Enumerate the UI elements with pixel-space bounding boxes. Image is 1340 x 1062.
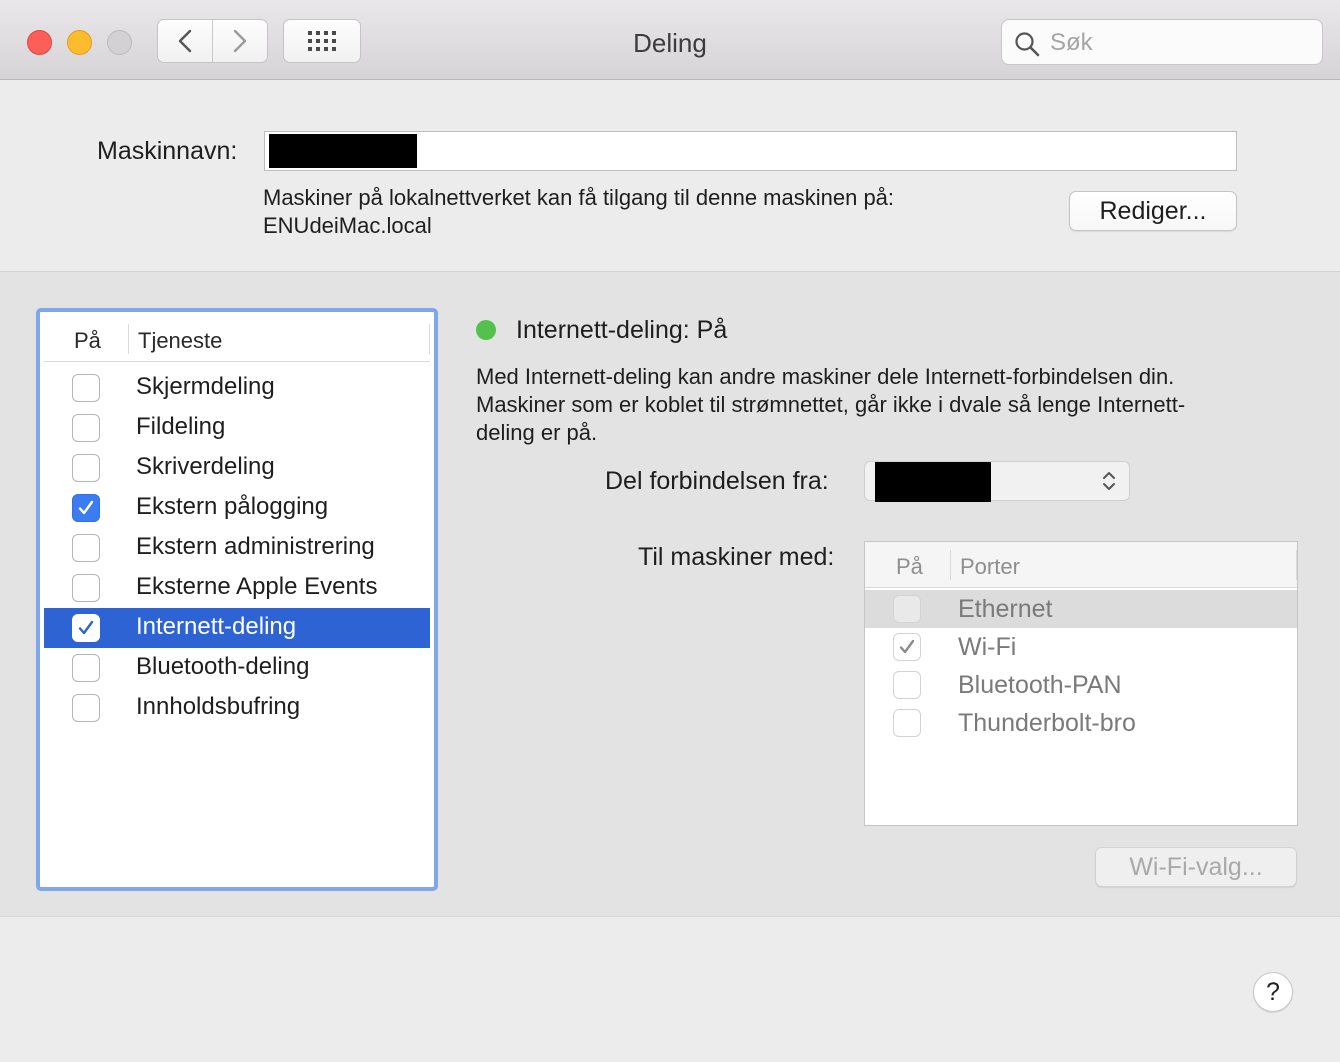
- redacted-computer-name: [269, 134, 417, 168]
- to-computers-label: Til maskiner med:: [638, 543, 835, 571]
- service-label: Ekstern pålogging: [136, 493, 329, 520]
- service-row[interactable]: Ekstern administrering: [44, 528, 430, 568]
- computer-name-label: Maskinnavn:: [97, 137, 238, 165]
- ports-list[interactable]: På Porter Ethernet Wi-Fi Bluetooth-PAN Thun…: [864, 541, 1298, 826]
- service-row[interactable]: Eksterne Apple Events: [44, 568, 430, 608]
- service-row[interactable]: Innholdsbufring: [44, 688, 430, 728]
- service-row[interactable]: Skjermdeling: [44, 368, 430, 408]
- port-checkbox[interactable]: [893, 595, 921, 623]
- share-from-popup[interactable]: [864, 461, 1130, 502]
- service-label: Fildeling: [136, 413, 226, 440]
- service-label: Bluetooth-deling: [136, 653, 310, 680]
- ports-table-header: På Porter: [865, 542, 1297, 588]
- port-checkbox[interactable]: [893, 709, 921, 737]
- port-row[interactable]: Thunderbolt-bro: [865, 704, 1297, 742]
- service-row[interactable]: Fildeling: [44, 408, 430, 448]
- wifi-options-button[interactable]: Wi-Fi-valg...: [1095, 847, 1297, 887]
- port-checkbox[interactable]: [893, 633, 921, 661]
- description-line: deling er på.: [476, 420, 598, 445]
- computer-name-field[interactable]: [264, 131, 1237, 171]
- service-label: Skriverdeling: [136, 453, 275, 480]
- local-hostname: ENUdeiMac.local: [263, 213, 432, 238]
- local-address-description: Maskiner på lokalnettverket kan få tilga…: [263, 185, 895, 210]
- description-line: Maskiner som er koblet til strømnettet, …: [476, 392, 1186, 417]
- title-bar: Deling: [0, 0, 1340, 80]
- port-label: Ethernet: [958, 595, 1053, 623]
- service-checkbox[interactable]: [72, 374, 100, 402]
- service-checkbox[interactable]: [72, 654, 100, 682]
- column-divider: [1296, 550, 1297, 580]
- service-label: Internett-deling: [136, 613, 297, 640]
- description-line: Med Internett-deling kan andre maskiner …: [476, 364, 1175, 389]
- service-label: Innholdsbufring: [136, 693, 301, 720]
- port-label: Bluetooth-PAN: [958, 671, 1122, 699]
- service-checkbox[interactable]: [72, 534, 100, 562]
- service-checkbox[interactable]: [72, 694, 100, 722]
- service-row[interactable]: Ekstern pålogging: [44, 488, 430, 528]
- port-row[interactable]: Ethernet: [865, 590, 1297, 628]
- search-input[interactable]: [1048, 25, 1312, 61]
- service-row[interactable]: Bluetooth-deling: [44, 648, 430, 688]
- port-row[interactable]: Wi-Fi: [865, 628, 1297, 666]
- column-ports-header: Porter: [960, 554, 1020, 579]
- checkmark-icon: [78, 500, 94, 515]
- share-from-label: Del forbindelsen fra:: [605, 467, 829, 495]
- port-label: Thunderbolt-bro: [958, 709, 1136, 737]
- column-divider: [950, 550, 951, 580]
- edit-button[interactable]: Rediger...: [1069, 191, 1237, 231]
- column-on-header[interactable]: På: [74, 328, 101, 354]
- service-label: Skjermdeling: [136, 373, 275, 400]
- services-list[interactable]: På Tjeneste Skjermdeling Fildeling Skriver…: [36, 308, 438, 891]
- status-indicator-icon: [476, 320, 496, 340]
- service-label: Ekstern administrering: [136, 533, 375, 560]
- service-checkbox[interactable]: [72, 414, 100, 442]
- service-checkbox[interactable]: [72, 614, 100, 642]
- search-icon: [1015, 32, 1040, 57]
- up-down-chevron-icon: [1103, 472, 1115, 490]
- column-service-header[interactable]: Tjeneste: [138, 328, 222, 354]
- column-divider: [429, 324, 430, 354]
- port-checkbox[interactable]: [893, 671, 921, 699]
- checkmark-icon: [899, 639, 915, 654]
- column-on-header: På: [896, 554, 923, 579]
- services-table-header: På Tjeneste: [44, 316, 430, 362]
- checkmark-icon: [78, 620, 94, 635]
- port-row[interactable]: Bluetooth-PAN: [865, 666, 1297, 704]
- service-checkbox[interactable]: [72, 454, 100, 482]
- search-field[interactable]: [1001, 19, 1323, 65]
- service-checkbox[interactable]: [72, 574, 100, 602]
- service-row[interactable]: Skriverdeling: [44, 448, 430, 488]
- help-button[interactable]: ?: [1253, 972, 1293, 1012]
- status-title: Internett-deling: På: [516, 316, 728, 344]
- service-checkbox[interactable]: [72, 494, 100, 522]
- column-divider: [128, 324, 129, 354]
- redacted-connection-name: [875, 462, 991, 502]
- service-row[interactable]: Internett-deling: [44, 608, 430, 648]
- service-label: Eksterne Apple Events: [136, 573, 378, 600]
- port-label: Wi-Fi: [958, 633, 1017, 661]
